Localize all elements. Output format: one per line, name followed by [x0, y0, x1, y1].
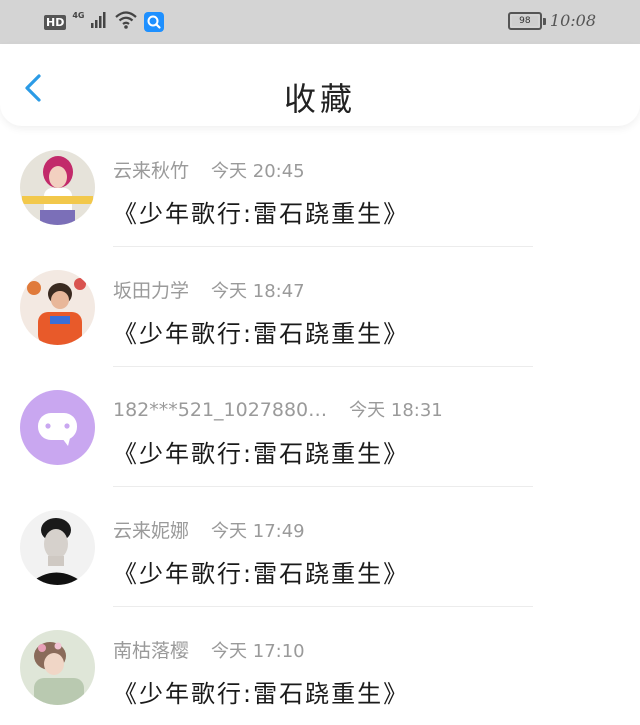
timestamp: 今天 17:49 [211, 521, 305, 542]
favorite-title: 《少年歌行:雷石跷重生》 [113, 680, 410, 708]
status-right: 98 10:08 [507, 11, 596, 30]
username: 云来妮娜 [113, 520, 190, 542]
favorite-item[interactable]: 云来秋竹 今天 20:45 《少年歌行:雷石跷重生》 [0, 138, 640, 258]
divider [113, 366, 533, 367]
favorite-item[interactable]: 南枯落樱 今天 17:10 《少年歌行:雷石跷重生》 [0, 618, 640, 725]
divider [113, 486, 533, 487]
battery-level: 98 [519, 15, 531, 26]
timestamp: 今天 18:47 [211, 281, 305, 302]
favorite-title: 《少年歌行:雷石跷重生》 [113, 560, 410, 588]
favorite-item[interactable]: 182***521_1027880… 今天 18:31 《少年歌行:雷石跷重生》 [0, 378, 640, 498]
nav-bar: 收藏 [0, 44, 640, 126]
hd-icon: HD [44, 14, 67, 30]
wifi-icon [114, 10, 138, 34]
username: 182***521_1027880… [113, 399, 328, 421]
page-title: 收藏 [283, 80, 356, 118]
username: 南枯落樱 [113, 640, 190, 662]
divider [113, 606, 533, 607]
username: 云来秋竹 [113, 160, 190, 182]
favorite-item[interactable]: 坂田力学 今天 18:47 《少年歌行:雷石跷重生》 [0, 258, 640, 378]
avatar[interactable] [20, 390, 95, 465]
favorite-title: 《少年歌行:雷石跷重生》 [113, 320, 410, 348]
timestamp: 今天 17:10 [211, 641, 305, 662]
battery-icon: 98 [507, 11, 546, 30]
search-app-icon [144, 12, 165, 32]
network-type-label: 4G [72, 10, 85, 20]
favorite-title: 《少年歌行:雷石跷重生》 [113, 200, 410, 228]
avatar[interactable] [20, 270, 95, 345]
avatar[interactable] [20, 150, 95, 225]
avatar[interactable] [20, 510, 95, 585]
timestamp: 今天 20:45 [211, 161, 305, 182]
signal-icon [90, 11, 108, 33]
status-bar: HD 4G 98 10:08 [0, 0, 640, 44]
status-time: 10:08 [549, 11, 596, 30]
username: 坂田力学 [113, 280, 190, 302]
favorites-list: 云来秋竹 今天 20:45 《少年歌行:雷石跷重生》 坂田力学 今天 18:47… [0, 138, 640, 725]
favorite-item[interactable]: 云来妮娜 今天 17:49 《少年歌行:雷石跷重生》 [0, 498, 640, 618]
timestamp: 今天 18:31 [349, 400, 443, 421]
status-left: HD 4G [44, 10, 165, 34]
favorite-title: 《少年歌行:雷石跷重生》 [113, 440, 410, 468]
avatar[interactable] [20, 630, 95, 705]
divider [113, 246, 533, 247]
